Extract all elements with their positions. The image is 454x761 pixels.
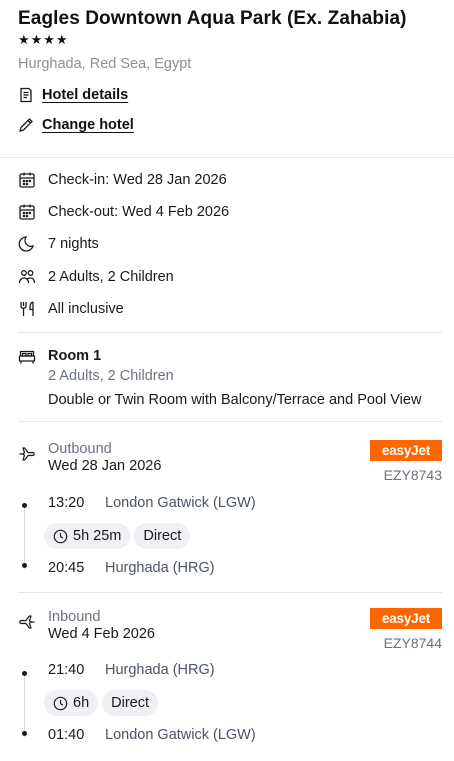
flight-number: EZY8743 [383, 467, 442, 483]
arrival-time: 20:45 [48, 560, 85, 576]
section-divider [18, 332, 442, 333]
hotel-header: Eagles Downtown Aqua Park (Ex. Zahabia) … [18, 8, 448, 72]
change-hotel-link-row[interactable]: Change hotel [18, 117, 134, 133]
airline-logo: easyJet [370, 608, 442, 629]
timeline-dot-arrival [22, 563, 27, 568]
hotel-location: Hurghada, Red Sea, Egypt [18, 56, 192, 72]
people-icon [18, 268, 36, 286]
room-guests: 2 Adults, 2 Children [48, 368, 174, 384]
arrival-airport: Hurghada (HRG) [105, 560, 215, 576]
room-title: Room 1 [48, 348, 102, 364]
plane-departure-icon [18, 445, 36, 463]
outbound-flight: Outbound Wed 28 Jan 2026 easyJet EZY8743… [18, 440, 442, 591]
duration-text: 5h 25m [73, 528, 122, 544]
section-divider [18, 421, 442, 422]
hotel-details-link[interactable]: Hotel details [42, 87, 128, 103]
guests-row: 2 Adults, 2 Children [18, 268, 174, 286]
timeline-line [24, 505, 25, 569]
departure-time: 21:40 [48, 662, 85, 678]
section-divider [0, 157, 454, 158]
section-divider [18, 592, 442, 593]
flight-chips: 6h Direct [44, 690, 159, 716]
nights-row: 7 nights [18, 235, 99, 253]
duration-chip: 6h [44, 690, 99, 716]
stops-chip: Direct [134, 523, 191, 549]
room-description: Double or Twin Room with Balcony/Terrace… [48, 392, 422, 408]
board-text: All inclusive [48, 301, 124, 317]
checkin-text: Check-in: Wed 28 Jan 2026 [48, 172, 227, 188]
flight-chips: 5h 25m Direct [44, 523, 191, 549]
hotel-details-link-row[interactable]: Hotel details [18, 87, 128, 103]
calendar-icon [18, 203, 36, 221]
flight-date: Wed 28 Jan 2026 [48, 458, 162, 474]
flight-direction-label: Inbound [48, 609, 101, 625]
departure-airport: London Gatwick (LGW) [105, 495, 256, 511]
arrival-airport: London Gatwick (LGW) [105, 727, 256, 743]
scroll-fade [0, 743, 454, 761]
pencil-icon [18, 117, 34, 133]
timeline-dot-departure [22, 503, 27, 508]
calendar-icon [18, 171, 36, 189]
flight-number: EZY8744 [383, 635, 442, 651]
guests-text: 2 Adults, 2 Children [48, 269, 174, 285]
hotel-name: Eagles Downtown Aqua Park (Ex. Zahabia) [18, 8, 407, 29]
departure-airport: Hurghada (HRG) [105, 662, 215, 678]
arrival-time: 01:40 [48, 727, 85, 743]
checkout-text: Check-out: Wed 4 Feb 2026 [48, 204, 230, 220]
star-rating: ★★★★ [18, 32, 69, 47]
timeline-dot-departure [22, 671, 27, 676]
cutlery-icon [18, 300, 36, 318]
flight-date: Wed 4 Feb 2026 [48, 626, 155, 642]
change-hotel-link[interactable]: Change hotel [42, 117, 134, 133]
flight-direction-label: Outbound [48, 441, 112, 457]
stops-chip: Direct [102, 690, 159, 716]
document-icon [18, 87, 34, 103]
nights-text: 7 nights [48, 236, 99, 252]
duration-chip: 5h 25m [44, 523, 131, 549]
board-row: All inclusive [18, 300, 124, 318]
clock-icon [53, 529, 68, 544]
checkout-row: Check-out: Wed 4 Feb 2026 [18, 203, 229, 221]
airline-logo: easyJet [370, 440, 442, 461]
bed-icon [18, 348, 36, 366]
inbound-flight: Inbound Wed 4 Feb 2026 easyJet EZY8744 2… [18, 608, 442, 759]
plane-arrival-icon [18, 613, 36, 631]
timeline-dot-arrival [22, 731, 27, 736]
clock-icon [53, 696, 68, 711]
timeline-line [24, 673, 25, 737]
duration-text: 6h [73, 695, 90, 711]
checkin-row: Check-in: Wed 28 Jan 2026 [18, 171, 227, 189]
departure-time: 13:20 [48, 495, 85, 511]
moon-icon [18, 235, 36, 253]
